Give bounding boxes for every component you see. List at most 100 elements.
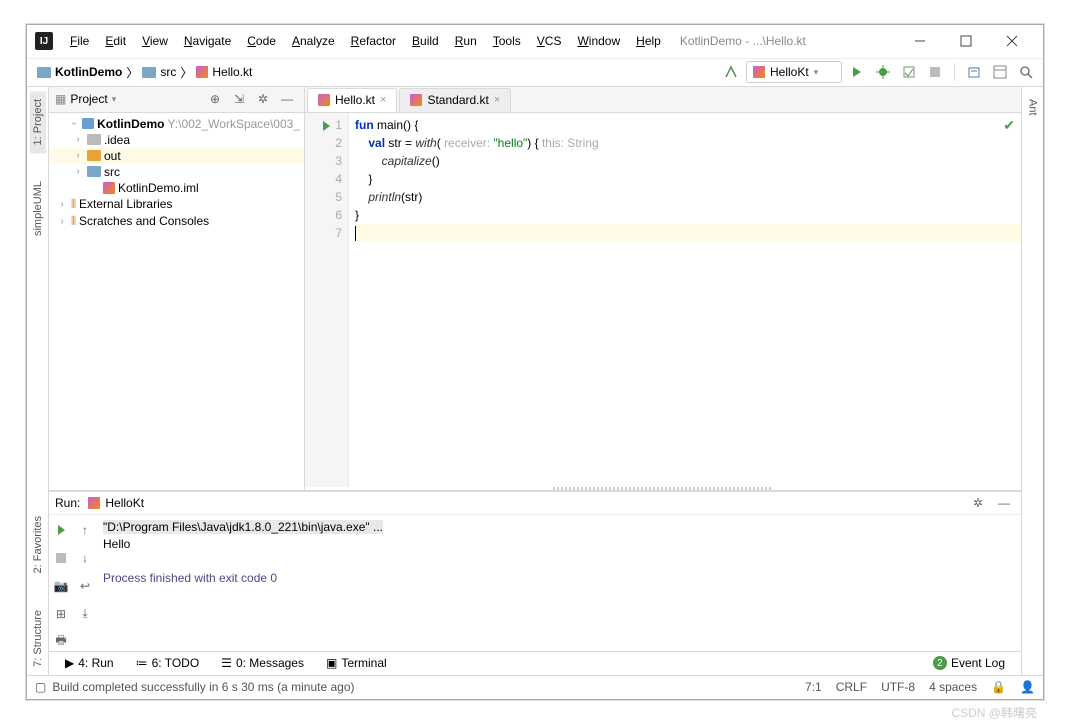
run-config-name: HelloKt [105, 496, 144, 510]
editor-tab[interactable]: Hello.kt× [307, 88, 397, 112]
bottom-tool-tabs: ▶ 4: Run ≔ 6: TODO ☰ 0: Messages ▣ Termi… [49, 651, 1021, 675]
editor-area: Hello.kt×Standard.kt× 1234567 ✔ fun main… [305, 87, 1021, 490]
run-tool-window: Run: HelloKt ✲ — 📷 ⊞ 🖶 [49, 491, 1021, 651]
run-header: Run: HelloKt ✲ — [49, 492, 1021, 515]
encoding[interactable]: UTF-8 [881, 680, 915, 694]
ide-window: IJ FileEditViewNavigateCodeAnalyzeRefact… [26, 24, 1044, 700]
console-exit: Process finished with exit code 0 [103, 570, 1015, 587]
rerun-button[interactable] [50, 519, 72, 541]
hide-icon[interactable]: — [276, 88, 298, 110]
tree-row[interactable]: › out [49, 148, 304, 164]
ant-tool-tab[interactable]: Ant [1025, 91, 1041, 124]
tree-row[interactable]: › .idea [49, 132, 304, 148]
kotlin-icon [753, 66, 765, 78]
code-editor[interactable]: 1234567 ✔ fun main() { val str = with( r… [305, 113, 1021, 487]
project-panel-header: ▦Project▾ ⊕ ⇲ ✲ — [49, 87, 304, 113]
todo-tab[interactable]: ≔ 6: TODO [126, 654, 210, 672]
menu-edit[interactable]: Edit [98, 30, 133, 52]
breadcrumb[interactable]: KotlinDemo〉src〉Hello.kt [33, 63, 256, 81]
menu-refactor[interactable]: Refactor [344, 30, 403, 52]
run-gear-icon[interactable]: ✲ [967, 492, 989, 514]
run-tab[interactable]: ▶ 4: Run [55, 654, 124, 672]
run-controls: 📷 ⊞ 🖶 ↑ ↓ ↩ ⤓ [49, 515, 97, 653]
kotlin-icon [88, 497, 100, 509]
menu-build[interactable]: Build [405, 30, 446, 52]
structure-button[interactable] [989, 61, 1011, 83]
search-button[interactable] [1015, 61, 1037, 83]
menu-file[interactable]: File [63, 30, 96, 52]
menu-code[interactable]: Code [240, 30, 283, 52]
app-icon: IJ [35, 32, 53, 50]
layout-button[interactable]: ⊞ [50, 603, 72, 625]
lock-icon[interactable]: 🔒 [991, 680, 1006, 694]
messages-tab[interactable]: ☰ 0: Messages [211, 654, 314, 672]
window-controls [897, 26, 1035, 56]
line-separator[interactable]: CRLF [836, 680, 867, 694]
down-button[interactable]: ↓ [74, 547, 96, 569]
menu-vcs[interactable]: VCS [530, 30, 569, 52]
scroll-button[interactable]: ⤓ [74, 603, 96, 625]
menu-window[interactable]: Window [570, 30, 627, 52]
stop-run-button[interactable] [50, 547, 72, 569]
content: ▦Project▾ ⊕ ⇲ ✲ — › KotlinDemo Y:\002_Wo… [49, 87, 1021, 675]
tree-row[interactable]: ›⫴ Scratches and Consoles [49, 213, 304, 230]
project-tree[interactable]: › KotlinDemo Y:\002_WorkSpace\003_› .ide… [49, 113, 304, 233]
main-menu: FileEditViewNavigateCodeAnalyzeRefactorB… [63, 30, 668, 52]
structure-tool-tab[interactable]: 7: Structure [30, 602, 46, 675]
titlebar: IJ FileEditViewNavigateCodeAnalyzeRefact… [27, 25, 1043, 59]
up-button[interactable]: ↑ [74, 519, 96, 541]
build-icon[interactable] [720, 61, 742, 83]
gear-icon[interactable]: ✲ [252, 88, 274, 110]
menu-tools[interactable]: Tools [486, 30, 528, 52]
tree-row[interactable]: ›⫴ External Libraries [49, 196, 304, 213]
editor-tab[interactable]: Standard.kt× [399, 88, 511, 112]
run-config-label: HelloKt [770, 65, 809, 79]
coverage-button[interactable] [898, 61, 920, 83]
line-gutter: 1234567 [305, 113, 349, 487]
event-log-tab[interactable]: 2 Event Log [923, 654, 1015, 672]
status-message: Build completed successfully in 6 s 30 m… [52, 680, 354, 694]
stop-button[interactable] [924, 61, 946, 83]
run-button[interactable] [846, 61, 868, 83]
print-button[interactable]: 🖶 [50, 631, 72, 653]
tree-row[interactable]: KotlinDemo.iml [49, 180, 304, 196]
update-button[interactable] [963, 61, 985, 83]
menu-run[interactable]: Run [448, 30, 484, 52]
caret-position[interactable]: 7:1 [805, 680, 822, 694]
favorites-tool-tab[interactable]: 2: Favorites [30, 508, 46, 581]
resize-grip[interactable] [553, 487, 773, 490]
console-command: "D:\Program Files\Java\jdk1.8.0_221\bin\… [103, 520, 383, 534]
inspector-icon[interactable]: 👤 [1020, 680, 1035, 694]
tree-row[interactable]: › src [49, 164, 304, 180]
watermark: CSDN @韩曙亮 [951, 704, 1037, 721]
uml-tool-tab[interactable]: simpleUML [30, 173, 46, 244]
run-config-selector[interactable]: HelloKt ▾ [746, 61, 842, 83]
code-body[interactable]: ✔ fun main() { val str = with( receiver:… [349, 113, 1021, 487]
main-area: 1: Project simpleUML 2: Favorites 7: Str… [27, 87, 1043, 675]
expand-icon[interactable]: ⇲ [228, 88, 250, 110]
menu-analyze[interactable]: Analyze [285, 30, 342, 52]
close-button[interactable] [989, 26, 1035, 56]
statusbar: ▢ Build completed successfully in 6 s 30… [27, 675, 1043, 699]
left-tool-gutter: 1: Project simpleUML 2: Favorites 7: Str… [27, 87, 49, 675]
minimize-button[interactable] [897, 26, 943, 56]
menu-navigate[interactable]: Navigate [177, 30, 238, 52]
menu-view[interactable]: View [135, 30, 175, 52]
terminal-tab[interactable]: ▣ Terminal [316, 654, 397, 672]
editor-tabs: Hello.kt×Standard.kt× [305, 87, 1021, 113]
locate-icon[interactable]: ⊕ [204, 88, 226, 110]
indent[interactable]: 4 spaces [929, 680, 977, 694]
run-label: Run: [55, 496, 80, 510]
breadcrumb-toolbar: KotlinDemo〉src〉Hello.kt HelloKt ▾ [27, 59, 1043, 87]
console-output[interactable]: "D:\Program Files\Java\jdk1.8.0_221\bin\… [97, 515, 1021, 653]
menu-help[interactable]: Help [629, 30, 668, 52]
chevron-down-icon: ▾ [814, 67, 819, 78]
wrap-button[interactable]: ↩ [74, 575, 96, 597]
run-hide-icon[interactable]: — [993, 492, 1015, 514]
maximize-button[interactable] [943, 26, 989, 56]
tree-row[interactable]: › KotlinDemo Y:\002_WorkSpace\003_ [49, 116, 304, 132]
dump-button[interactable]: 📷 [50, 575, 72, 597]
debug-button[interactable] [872, 61, 894, 83]
project-tool-tab[interactable]: 1: Project [30, 91, 46, 153]
right-tool-gutter: Ant [1021, 87, 1043, 675]
